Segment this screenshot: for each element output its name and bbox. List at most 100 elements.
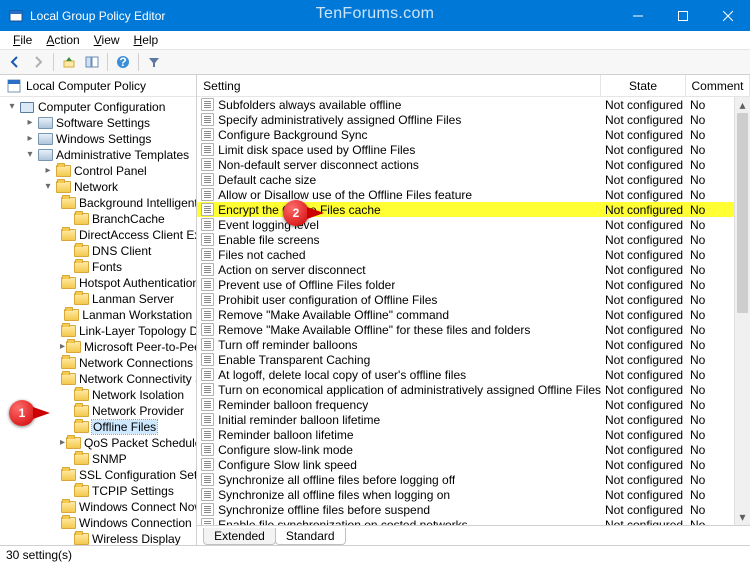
nav-back-button[interactable]	[4, 51, 26, 73]
policy-row[interactable]: Default cache sizeNot configuredNo	[197, 172, 750, 187]
tab-standard[interactable]: Standard	[275, 528, 346, 545]
policy-row[interactable]: Specify administratively assigned Offlin…	[197, 112, 750, 127]
policy-row[interactable]: Initial reminder balloon lifetimeNot con…	[197, 412, 750, 427]
tree-item[interactable]: ▸Windows Settings	[0, 131, 196, 147]
filter-button[interactable]	[143, 51, 165, 73]
tree-item[interactable]: TCPIP Settings	[0, 483, 196, 499]
scroll-down-icon[interactable]: ▾	[735, 509, 750, 525]
policy-row[interactable]: Configure Background SyncNot configuredN…	[197, 127, 750, 142]
expand-icon[interactable]: ▸	[60, 438, 65, 448]
folder-icon	[73, 291, 89, 307]
tree-item[interactable]: Background Intelligent Transfer Service …	[0, 195, 196, 211]
list-scrollbar[interactable]: ▴ ▾	[734, 97, 750, 525]
list-body[interactable]: Subfolders always available offlineNot c…	[197, 97, 750, 525]
expand-icon[interactable]: ▾	[24, 150, 36, 160]
policy-row[interactable]: Synchronize all offline files when loggi…	[197, 487, 750, 502]
tree-item[interactable]: ▾ Network	[0, 179, 196, 195]
expand-icon[interactable]: ▸	[24, 134, 36, 144]
tree-item[interactable]: Hotspot Authentication	[0, 275, 196, 291]
tree-item[interactable]: ▸QoS Packet Scheduler	[0, 435, 196, 451]
policy-row[interactable]: Enable file screensNot configuredNo	[197, 232, 750, 247]
policy-row[interactable]: Allow or Disallow use of the Offline Fil…	[197, 187, 750, 202]
policy-row[interactable]: Configure slow-link modeNot configuredNo	[197, 442, 750, 457]
nav-forward-button[interactable]	[27, 51, 49, 73]
help-button[interactable]: ?	[112, 51, 134, 73]
tree-header[interactable]: Local Computer Policy	[0, 75, 196, 97]
col-comment[interactable]: Comment	[686, 75, 750, 96]
tree-item[interactable]: Network Isolation	[0, 387, 196, 403]
col-state[interactable]: State	[601, 75, 686, 96]
policy-row[interactable]: Files not cachedNot configuredNo	[197, 247, 750, 262]
tree-item[interactable]: ▸Control Panel	[0, 163, 196, 179]
menu-help[interactable]: Help	[127, 33, 166, 47]
tree-body[interactable]: ▾Computer Configuration▸Software Setting…	[0, 97, 196, 545]
tree-item[interactable]: Wireless Display	[0, 531, 196, 545]
tree-item-label: TCPIP Settings	[92, 484, 174, 498]
policy-state: Not configured	[601, 143, 686, 157]
tree-item[interactable]: Windows Connect Now	[0, 499, 196, 515]
policy-row[interactable]: Action on server disconnectNot configure…	[197, 262, 750, 277]
tree-item[interactable]: Network Connectivity Status Indicator	[0, 371, 196, 387]
tree-item[interactable]: Lanman Server	[0, 291, 196, 307]
tree-item[interactable]: ▸ Microsoft Peer-to-Peer Networking Servi…	[0, 339, 196, 355]
policy-icon	[201, 248, 214, 261]
policy-row[interactable]: Remove "Make Available Offline" for thes…	[197, 322, 750, 337]
policy-row[interactable]: Prevent use of Offline Files folderNot c…	[197, 277, 750, 292]
expand-icon[interactable]: ▾	[42, 182, 54, 192]
menu-action[interactable]: Action	[39, 33, 86, 47]
close-button[interactable]	[705, 0, 750, 31]
tab-extended[interactable]: Extended	[203, 528, 276, 545]
policy-row[interactable]: Encrypt the Offline Files cacheNot confi…	[197, 202, 750, 217]
tree-item[interactable]: SSL Configuration Settings	[0, 467, 196, 483]
col-setting[interactable]: Setting	[197, 75, 601, 96]
tree-item[interactable]: Link-Layer Topology Discovery	[0, 323, 196, 339]
up-level-button[interactable]	[58, 51, 80, 73]
tree-item[interactable]: Network Connections	[0, 355, 196, 371]
tree-item[interactable]: Lanman Workstation	[0, 307, 196, 323]
expand-icon[interactable]: ▸	[42, 166, 54, 176]
maximize-button[interactable]	[660, 0, 705, 31]
folder-icon	[73, 259, 89, 275]
tree-item-label: DNS Client	[92, 244, 151, 258]
titlebar[interactable]: Local Group Policy Editor	[0, 0, 750, 31]
policy-row[interactable]: Limit disk space used by Offline FilesNo…	[197, 142, 750, 157]
policy-state: Not configured	[601, 518, 686, 526]
tree-item[interactable]: DNS Client	[0, 243, 196, 259]
policy-row[interactable]: Synchronize offline files before suspend…	[197, 502, 750, 517]
tree-item-label: Microsoft Peer-to-Peer Networking Servic…	[84, 340, 196, 354]
policy-icon	[201, 383, 214, 396]
tree-item[interactable]: Fonts	[0, 259, 196, 275]
policy-row[interactable]: Reminder balloon frequencyNot configured…	[197, 397, 750, 412]
show-hide-tree-button[interactable]	[81, 51, 103, 73]
expand-icon[interactable]: ▾	[6, 102, 18, 112]
policy-row[interactable]: Remove "Make Available Offline" commandN…	[197, 307, 750, 322]
tree-item[interactable]: BranchCache	[0, 211, 196, 227]
policy-row[interactable]: Synchronize all offline files before log…	[197, 472, 750, 487]
tree-item[interactable]: Windows Connection Manager	[0, 515, 196, 531]
tree-item-label: Network	[74, 180, 118, 194]
policy-row[interactable]: Prohibit user configuration of Offline F…	[197, 292, 750, 307]
policy-row[interactable]: Non-default server disconnect actionsNot…	[197, 157, 750, 172]
policy-row[interactable]: Subfolders always available offlineNot c…	[197, 97, 750, 112]
scroll-up-icon[interactable]: ▴	[735, 97, 750, 113]
tree-item-label: Wireless Display	[92, 532, 181, 545]
tree-item[interactable]: ▸Software Settings	[0, 115, 196, 131]
policy-row[interactable]: Turn on economical application of admini…	[197, 382, 750, 397]
tree-item[interactable]: ▾Administrative Templates	[0, 147, 196, 163]
policy-row[interactable]: Enable Transparent CachingNot configured…	[197, 352, 750, 367]
expand-icon[interactable]: ▸	[60, 342, 65, 352]
policy-row[interactable]: Turn off reminder balloonsNot configured…	[197, 337, 750, 352]
tree-item[interactable]: ▾Computer Configuration	[0, 99, 196, 115]
menu-file[interactable]: File	[6, 33, 39, 47]
tree-item[interactable]: SNMP	[0, 451, 196, 467]
policy-row[interactable]: Event logging levelNot configuredNo	[197, 217, 750, 232]
expand-icon[interactable]: ▸	[24, 118, 36, 128]
policy-row[interactable]: Configure Slow link speedNot configuredN…	[197, 457, 750, 472]
policy-row[interactable]: Reminder balloon lifetimeNot configuredN…	[197, 427, 750, 442]
scroll-thumb[interactable]	[737, 113, 748, 313]
policy-row[interactable]: Enable file synchronization on costed ne…	[197, 517, 750, 525]
minimize-button[interactable]	[615, 0, 660, 31]
tree-item[interactable]: DirectAccess Client Experience Settings	[0, 227, 196, 243]
policy-row[interactable]: At logoff, delete local copy of user's o…	[197, 367, 750, 382]
menu-view[interactable]: View	[87, 33, 127, 47]
